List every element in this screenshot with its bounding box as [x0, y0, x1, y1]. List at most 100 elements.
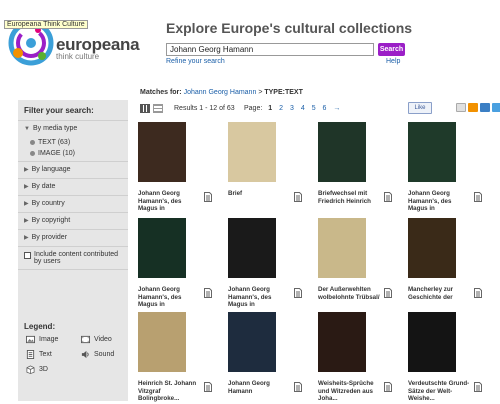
- text-type-icon: [474, 288, 482, 298]
- text-type-icon: [294, 192, 302, 202]
- result-title[interactable]: Johann Georg Hamann's, des Magus in: [408, 190, 470, 213]
- facet-copyright[interactable]: ▶ By copyright: [18, 213, 128, 230]
- text-type-icon: [384, 192, 392, 202]
- chevron-right-icon: ▶: [24, 184, 29, 190]
- email-icon[interactable]: [480, 103, 490, 112]
- result-thumbnail[interactable]: [138, 122, 186, 182]
- result-thumbnail[interactable]: [228, 122, 276, 182]
- facet-language[interactable]: ▶ By language: [18, 162, 128, 179]
- facet-provider[interactable]: ▶ By provider: [18, 230, 128, 247]
- result-thumbnail[interactable]: [318, 122, 366, 182]
- text-type-icon: [474, 382, 482, 392]
- help-link[interactable]: Help: [386, 58, 400, 65]
- facet-country[interactable]: ▶ By country: [18, 196, 128, 213]
- result-title[interactable]: Briefwechsel mit Friedrich Heinrich: [318, 190, 380, 205]
- legend-sound: Sound: [81, 350, 131, 359]
- next-page-arrow-icon[interactable]: →: [333, 105, 340, 112]
- legend: Image Video Text Sound 3D: [18, 335, 128, 374]
- logo-tagline: think culture: [56, 52, 100, 61]
- result-thumbnail[interactable]: [138, 312, 186, 372]
- page-link[interactable]: 6: [323, 105, 327, 112]
- chevron-right-icon: ▶: [24, 218, 29, 224]
- result-item[interactable]: Weisheits-Sprüche und Witzreden aus Joha…: [318, 312, 398, 404]
- result-item[interactable]: Johann Georg Hamann's, des Magus in: [408, 122, 488, 214]
- result-title[interactable]: Heinrich St. Johann Vitzgraf Bolingbroke…: [138, 380, 200, 403]
- search-input[interactable]: [166, 43, 374, 56]
- facet-option-label: TEXT (63): [38, 139, 71, 146]
- facet-option-image[interactable]: IMAGE (10): [18, 148, 128, 162]
- page-link[interactable]: 4: [301, 105, 305, 112]
- remove-filter-icon[interactable]: [30, 139, 35, 145]
- view-toggle: [140, 104, 166, 113]
- matches-label: Matches for:: [140, 89, 182, 96]
- legend-text: Text: [26, 350, 81, 359]
- logo-tooltip: Europeana Think Culture: [4, 20, 88, 29]
- facet-label: By copyright: [31, 217, 71, 224]
- result-item[interactable]: Brief: [228, 122, 308, 214]
- result-item[interactable]: Johann Georg Hamann's, des Magus in: [138, 122, 218, 214]
- result-thumbnail[interactable]: [318, 218, 366, 278]
- facet-media-type[interactable]: ▼ By media type: [18, 121, 128, 137]
- result-item[interactable]: Briefwechsel mit Friedrich Heinrich: [318, 122, 398, 214]
- facet-date[interactable]: ▶ By date: [18, 179, 128, 196]
- refine-search-link[interactable]: Refine your search: [166, 58, 225, 65]
- chevron-down-icon: ▼: [24, 126, 30, 132]
- page-link[interactable]: 5: [312, 105, 316, 112]
- europeana-logo[interactable]: Europeana Think Culture europeana think …: [4, 12, 154, 80]
- result-title[interactable]: Brief: [228, 190, 290, 198]
- result-title[interactable]: Johann Georg Hamann's, des Magus in: [138, 190, 200, 213]
- result-title[interactable]: Weisheits-Sprüche und Witzreden aus Joha…: [318, 380, 380, 403]
- result-title[interactable]: Johann Georg Hamann's, des Magus in: [138, 286, 200, 309]
- page-link[interactable]: 3: [290, 105, 294, 112]
- facet-option-text[interactable]: TEXT (63): [18, 137, 128, 148]
- result-item[interactable]: Johann Georg Hamann's, des Magus in: [138, 218, 218, 310]
- result-title[interactable]: Johann Georg Hamann: [228, 380, 290, 395]
- like-label: Like: [414, 105, 426, 111]
- result-title[interactable]: Johann Georg Hamann's, des Magus in: [228, 286, 290, 309]
- result-item[interactable]: Johann Georg Hamann's, des Magus in: [228, 218, 308, 310]
- text-icon: [26, 350, 35, 359]
- result-title[interactable]: Der Außerwehlten wolbelohnte Trübsal/: [318, 286, 380, 301]
- include-ugc-label: Include content contributed by users: [34, 251, 119, 265]
- result-item[interactable]: Verdeutschte Grund-Sätze der Welt-Weishe…: [408, 312, 488, 404]
- legend-label: Image: [39, 336, 59, 343]
- text-type-icon: [204, 192, 212, 202]
- facet-label: By media type: [32, 125, 78, 132]
- matches-query-link[interactable]: Johann Georg Hamann: [184, 89, 257, 96]
- grid-view-icon[interactable]: [140, 104, 150, 113]
- google-plus-icon[interactable]: [456, 103, 466, 112]
- filter-sidebar: Filter your search: ▼ By media type TEXT …: [18, 100, 128, 401]
- text-type-icon: [294, 382, 302, 392]
- legend-label: Video: [94, 336, 112, 343]
- video-icon: [81, 335, 90, 344]
- page-link[interactable]: 1: [268, 105, 272, 112]
- page-link[interactable]: 2: [279, 105, 283, 112]
- text-type-icon: [204, 288, 212, 298]
- add-filter-icon[interactable]: [30, 150, 35, 156]
- legend-label: Sound: [94, 351, 115, 358]
- result-thumbnail[interactable]: [228, 312, 276, 372]
- result-item[interactable]: Mancherley zur Geschichte der: [408, 218, 488, 310]
- pagination: Page: 1 2 3 4 5 6 →: [244, 105, 345, 112]
- result-thumbnail[interactable]: [408, 218, 456, 278]
- include-ugc-checkbox-row[interactable]: Include content contributed by users: [18, 247, 128, 270]
- legend-label: Text: [39, 351, 52, 358]
- print-icon[interactable]: [492, 103, 500, 112]
- result-thumbnail[interactable]: [408, 312, 456, 372]
- include-ugc-checkbox[interactable]: [24, 252, 31, 259]
- list-view-icon[interactable]: [153, 104, 163, 113]
- facebook-like-button[interactable]: Like: [408, 102, 432, 114]
- result-item[interactable]: Heinrich St. Johann Vitzgraf Bolingbroke…: [138, 312, 218, 404]
- result-thumbnail[interactable]: [318, 312, 366, 372]
- legend-label: 3D: [39, 366, 48, 373]
- share-icon[interactable]: [468, 103, 478, 112]
- search-button[interactable]: Search: [378, 43, 405, 56]
- result-item[interactable]: Der Außerwehlten wolbelohnte Trübsal/: [318, 218, 398, 310]
- result-title[interactable]: Mancherley zur Geschichte der: [408, 286, 470, 301]
- result-title[interactable]: Verdeutschte Grund-Sätze der Welt-Weishe…: [408, 380, 470, 403]
- result-thumbnail[interactable]: [228, 218, 276, 278]
- result-thumbnail[interactable]: [138, 218, 186, 278]
- result-thumbnail[interactable]: [408, 122, 456, 182]
- result-item[interactable]: Johann Georg Hamann: [228, 312, 308, 404]
- legend-title: Legend:: [24, 322, 56, 331]
